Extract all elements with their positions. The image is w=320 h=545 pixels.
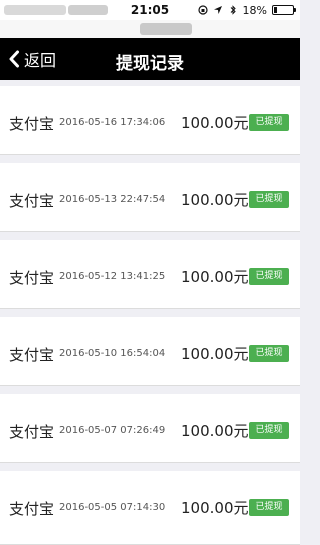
withdrawal-list: 支付宝 2016-05-16 17:34:06 100.00元 已提现 支付宝 … [0, 86, 300, 545]
payment-method: 支付宝 [9, 269, 55, 287]
title-strip [0, 20, 300, 38]
page-title: 提现记录 [116, 54, 184, 74]
status-badge: 已提现 [249, 114, 289, 131]
record-amount: 100.00元 [181, 345, 249, 363]
withdrawal-record[interactable]: 支付宝 2016-05-05 07:14:30 100.00元 已提现 [0, 471, 300, 545]
payment-method: 支付宝 [9, 500, 55, 518]
bluetooth-icon [230, 5, 236, 15]
record-time: 2016-05-07 07:26:49 [59, 425, 166, 436]
location-icon [213, 6, 222, 14]
record-time: 2016-05-16 17:34:06 [59, 117, 166, 128]
record-amount: 100.00元 [181, 114, 249, 132]
orientation-lock-icon [197, 5, 208, 15]
record-time: 2016-05-13 22:47:54 [59, 194, 166, 205]
record-amount: 100.00元 [181, 191, 249, 209]
status-badge: 已提现 [249, 268, 289, 285]
payment-method: 支付宝 [9, 346, 55, 364]
record-time: 2016-05-05 07:14:30 [59, 502, 166, 513]
record-amount: 100.00元 [181, 499, 249, 517]
status-badge: 已提现 [249, 345, 289, 362]
status-badge: 已提现 [249, 422, 289, 439]
withdrawal-record[interactable]: 支付宝 2016-05-16 17:34:06 100.00元 已提现 [0, 86, 300, 155]
record-time: 2016-05-12 13:41:25 [59, 271, 166, 282]
withdrawal-record[interactable]: 支付宝 2016-05-07 07:26:49 100.00元 已提现 [0, 394, 300, 463]
withdrawal-record[interactable]: 支付宝 2016-05-10 16:54:04 100.00元 已提现 [0, 317, 300, 386]
status-bar: 21:05 18% [0, 0, 300, 20]
record-time: 2016-05-10 16:54:04 [59, 348, 166, 359]
navigation-bar: 返回 提现记录 [0, 38, 300, 80]
record-amount: 100.00元 [181, 268, 249, 286]
payment-method: 支付宝 [9, 423, 55, 441]
status-badge: 已提现 [249, 191, 289, 208]
status-indicators: 18% [197, 3, 296, 17]
withdrawal-record[interactable]: 支付宝 2016-05-12 13:41:25 100.00元 已提现 [0, 240, 300, 309]
battery-percent: 18% [242, 3, 267, 17]
title-blurred [140, 23, 192, 35]
battery-icon [272, 5, 296, 15]
withdrawal-record[interactable]: 支付宝 2016-05-13 22:47:54 100.00元 已提现 [0, 163, 300, 232]
payment-method: 支付宝 [9, 115, 55, 133]
payment-method: 支付宝 [9, 192, 55, 210]
status-badge: 已提现 [249, 499, 289, 516]
record-amount: 100.00元 [181, 422, 249, 440]
